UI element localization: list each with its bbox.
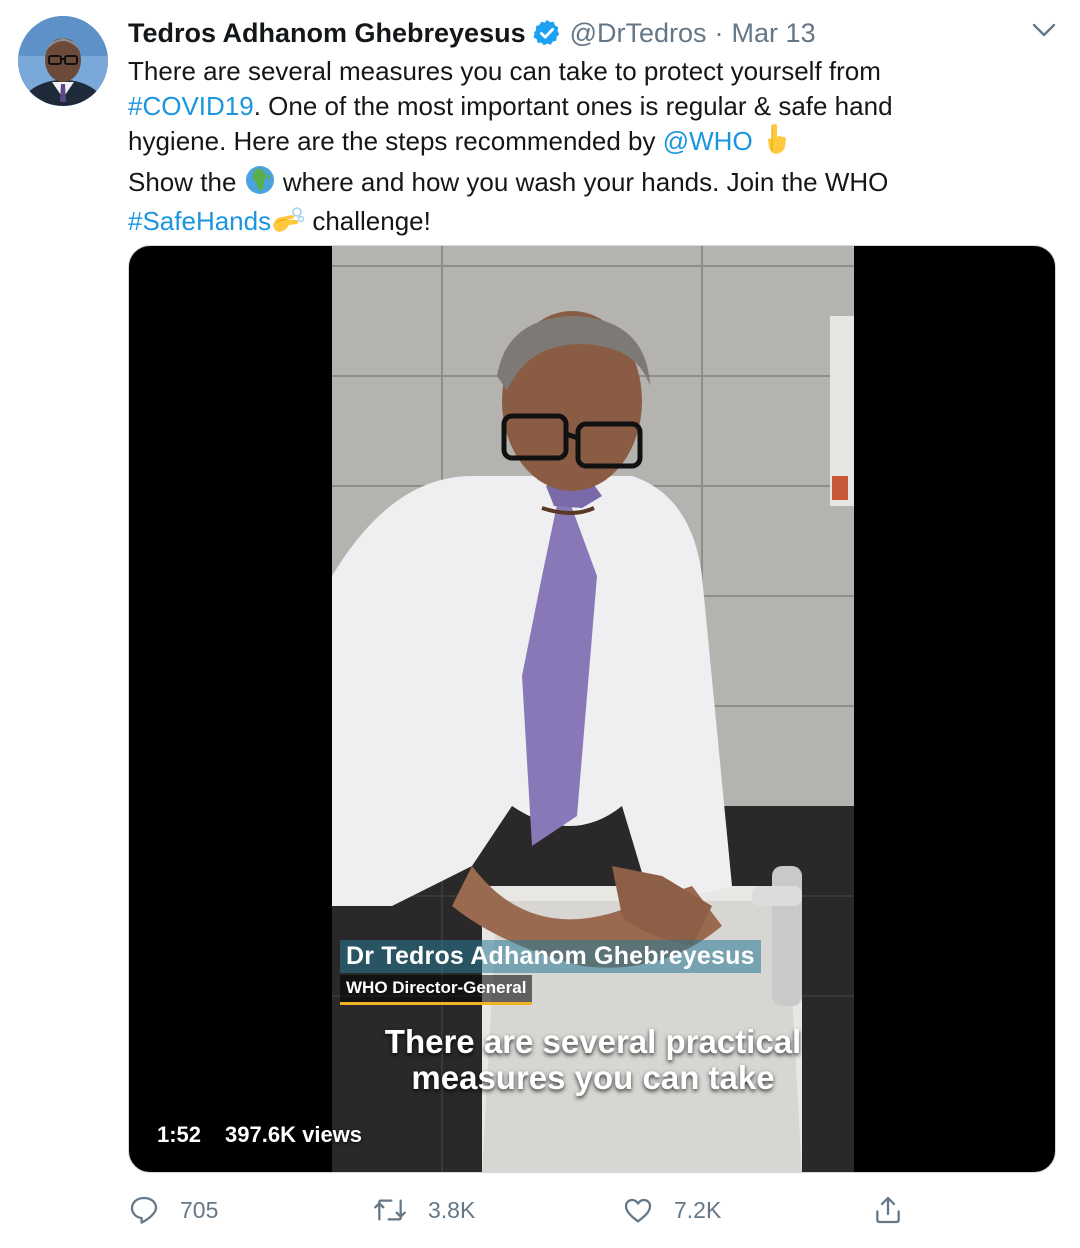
- globe-africa-icon: [244, 164, 276, 205]
- reply-count: 705: [180, 1196, 219, 1223]
- tweet-text-segment: challenge!: [305, 206, 431, 237]
- lower-third-title: WHO Director-General: [340, 975, 533, 1005]
- video-subtitle: There are several practical measures you…: [332, 1024, 854, 1096]
- hashtag-safehands-link[interactable]: #SafeHands: [128, 206, 271, 236]
- tweet-line: Show the where and how you wash your han…: [128, 164, 1028, 205]
- video-player[interactable]: Dr Tedros Adhanom Ghebreyesus WHO Direct…: [128, 245, 1056, 1173]
- tweet-text: There are several measures you can take …: [128, 54, 1028, 244]
- like-count: 7.2K: [674, 1196, 722, 1223]
- reply-button[interactable]: 705: [128, 1190, 218, 1230]
- header-separator: ·: [714, 17, 724, 48]
- subtitle-line: There are several practical: [384, 1023, 802, 1060]
- tweet-line: #COVID19. One of the most important ones…: [128, 89, 1028, 124]
- video-lower-third: Dr Tedros Adhanom Ghebreyesus WHO Direct…: [340, 940, 761, 1005]
- share-button[interactable]: [872, 1190, 924, 1230]
- share-icon: [876, 1196, 900, 1224]
- heart-icon: [624, 1198, 652, 1223]
- retweet-count: 3.8K: [428, 1196, 476, 1223]
- avatar[interactable]: [18, 16, 108, 106]
- author-handle[interactable]: @DrTedros: [570, 18, 707, 49]
- reply-icon: [130, 1196, 158, 1224]
- video-duration: 1:52: [157, 1122, 202, 1147]
- tweet-actions: 705 3.8K 7.2K: [128, 1190, 908, 1230]
- chevron-down-icon[interactable]: [1030, 18, 1058, 42]
- author-name[interactable]: Tedros Adhanom Ghebreyesus: [128, 18, 526, 49]
- washing-hands-icon: [271, 205, 305, 244]
- tweet-text-segment: where and how you wash your hands. Join …: [275, 166, 889, 197]
- lower-third-name: Dr Tedros Adhanom Ghebreyesus: [340, 940, 761, 973]
- video-views: 397.6K views: [225, 1122, 363, 1147]
- video-meta: 1:52 397.6K views: [157, 1122, 362, 1148]
- tweet-line: There are several measures you can take …: [128, 56, 881, 86]
- backhand-index-pointing-down-icon: [760, 123, 790, 164]
- retweet-button[interactable]: 3.8K: [372, 1190, 475, 1230]
- tweet-text-segment: Show the: [128, 166, 244, 197]
- verified-badge-icon: [532, 18, 562, 48]
- tweet-line: #SafeHands challenge!: [128, 204, 1028, 244]
- hashtag-covid19-link[interactable]: #COVID19: [128, 91, 254, 121]
- retweet-icon: [374, 1199, 406, 1221]
- tweet-header: Tedros Adhanom Ghebreyesus @DrTedros · M…: [128, 14, 816, 52]
- tweet-date[interactable]: Mar 13: [732, 18, 816, 49]
- tweet-text-segment: . One of the most important ones is regu…: [253, 90, 893, 121]
- tweet-text-segment: hygiene. Here are the steps recommended …: [128, 126, 663, 157]
- tweet-line: hygiene. Here are the steps recommended …: [128, 123, 1028, 164]
- mention-who-link[interactable]: @WHO: [663, 126, 753, 156]
- subtitle-line: measures you can take: [411, 1059, 775, 1096]
- like-button[interactable]: 7.2K: [622, 1190, 721, 1230]
